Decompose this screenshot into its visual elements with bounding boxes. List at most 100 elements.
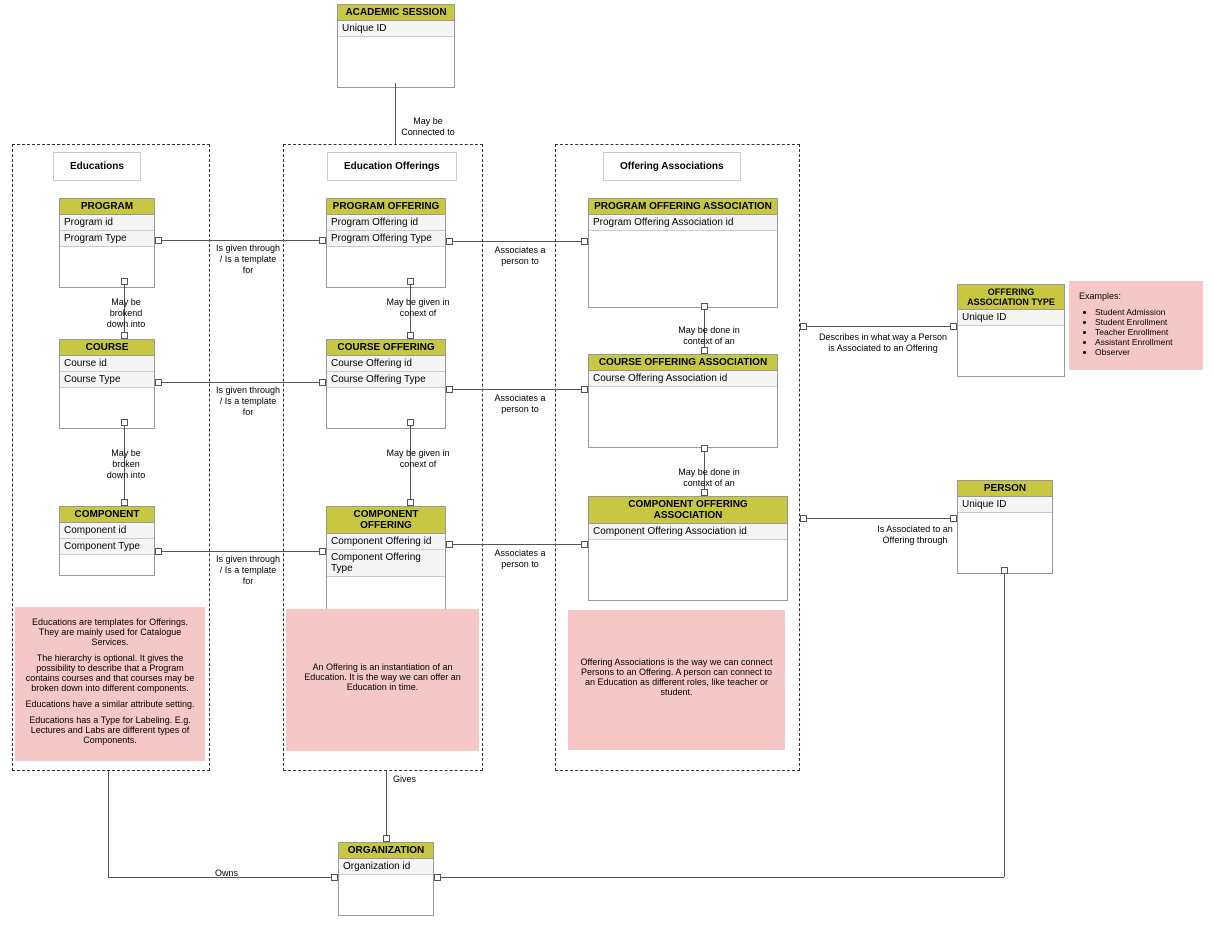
entity-header: COURSE OFFERING xyxy=(327,340,445,356)
group-educations-label: Educations xyxy=(53,152,141,181)
connector-endpoint xyxy=(319,548,326,555)
connector-label: Is given through/ Is a templatefor xyxy=(213,554,283,586)
note-offerings: An Offering is an instantiation of an Ed… xyxy=(286,609,479,751)
connector-endpoint xyxy=(446,238,453,245)
connector-endpoint xyxy=(581,541,588,548)
entity-course: COURSE Course id Course Type xyxy=(59,339,155,429)
entity-header: PROGRAM OFFERING xyxy=(327,199,445,215)
entity-header: OFFERING ASSOCIATION TYPE xyxy=(958,285,1064,310)
connector-label: Is given through/ Is a templatefor xyxy=(213,243,283,275)
connector-label: May be given inconext of xyxy=(379,297,457,319)
entity-attr: Program Type xyxy=(60,231,154,247)
entity-offering-assoc-type: OFFERING ASSOCIATION TYPE Unique ID xyxy=(957,284,1065,377)
entity-header: PROGRAM xyxy=(60,199,154,215)
entity-component: COMPONENT Component id Component Type xyxy=(59,506,155,576)
connector-endpoint xyxy=(701,303,708,310)
entity-header: ORGANIZATION xyxy=(339,843,433,859)
group-associations-label: Offering Associations xyxy=(603,152,741,181)
connector-endpoint xyxy=(407,278,414,285)
entity-attr: Course Offering Association id xyxy=(589,371,777,387)
connector-endpoint xyxy=(950,515,957,522)
entity-attr: Component Offering Association id xyxy=(589,524,787,540)
connector-endpoint xyxy=(446,386,453,393)
entity-attr: Program id xyxy=(60,215,154,231)
connector-label: Owns xyxy=(215,868,238,879)
entity-attr: Program Offering id xyxy=(327,215,445,231)
connector-label: Associates aperson to xyxy=(491,548,549,570)
entity-person: PERSON Unique ID xyxy=(957,480,1053,574)
connector-endpoint xyxy=(121,278,128,285)
entity-program: PROGRAM Program id Program Type xyxy=(59,198,155,288)
connector-label: May beConnected to xyxy=(398,116,458,138)
connector-endpoint xyxy=(121,419,128,426)
entity-course-offering: COURSE OFFERING Course Offering id Cours… xyxy=(326,339,446,429)
connector-endpoint xyxy=(581,386,588,393)
connector-label: May bebrokenddown into xyxy=(103,297,149,329)
entity-component-offering-assoc: COMPONENT OFFERING ASSOCIATION Component… xyxy=(588,496,788,601)
connector-endpoint xyxy=(407,332,414,339)
entity-header: COURSE OFFERING ASSOCIATION xyxy=(589,355,777,371)
entity-component-offering: COMPONENT OFFERING Component Offering id… xyxy=(326,506,446,618)
connector-line xyxy=(800,326,957,327)
entity-program-offering: PROGRAM OFFERING Program Offering id Pro… xyxy=(326,198,446,288)
connector-endpoint xyxy=(383,835,390,842)
connector-label: May be done incontext of an xyxy=(673,325,745,347)
group-offerings-label: Education Offerings xyxy=(327,152,457,181)
connector-endpoint xyxy=(701,347,708,354)
entity-attr: Component Type xyxy=(60,539,154,555)
note-associations: Offering Associations is the way we can … xyxy=(568,610,785,750)
connector-endpoint xyxy=(701,489,708,496)
entity-attr: Course Offering id xyxy=(327,356,445,372)
note-educations: Educations are templates for Offerings. … xyxy=(15,607,205,761)
connector-label: May be given inconext of xyxy=(379,448,457,470)
entity-attr: Organization id xyxy=(339,859,433,875)
entity-header: ACADEMIC SESSION xyxy=(338,5,454,21)
entity-header: COMPONENT xyxy=(60,507,154,523)
entity-attr: Course Type xyxy=(60,372,154,388)
connector-label: May be done incontext of an xyxy=(673,467,745,489)
entity-attr: Unique ID xyxy=(338,21,454,37)
entity-header: PERSON xyxy=(958,481,1052,497)
entity-organization: ORGANIZATION Organization id xyxy=(338,842,434,916)
connector-endpoint xyxy=(1001,567,1008,574)
entity-program-offering-assoc: PROGRAM OFFERING ASSOCIATION Program Off… xyxy=(588,198,778,308)
connector-endpoint xyxy=(319,237,326,244)
entity-academic-session: ACADEMIC SESSION Unique ID xyxy=(337,4,455,88)
connector-label: Is given through/ Is a templatefor xyxy=(213,385,283,417)
note-examples: Examples: Student Admission Student Enro… xyxy=(1069,281,1203,370)
entity-attr: Component id xyxy=(60,523,154,539)
entity-header: COMPONENT OFFERING ASSOCIATION xyxy=(589,497,787,524)
connector-label: Gives xyxy=(393,774,416,785)
connector-label: Associates aperson to xyxy=(491,393,549,415)
connector-line xyxy=(434,877,1004,878)
connector-endpoint xyxy=(800,323,807,330)
connector-line xyxy=(155,240,326,241)
connector-endpoint xyxy=(434,874,441,881)
connector-endpoint xyxy=(319,379,326,386)
entity-attr: Unique ID xyxy=(958,497,1052,513)
entity-header: COURSE xyxy=(60,340,154,356)
entity-attr: Component Offering Type xyxy=(327,550,445,577)
connector-endpoint xyxy=(155,237,162,244)
connector-endpoint xyxy=(331,874,338,881)
connector-endpoint xyxy=(701,445,708,452)
entity-attr: Course id xyxy=(60,356,154,372)
entity-header: COMPONENT OFFERING xyxy=(327,507,445,534)
entity-course-offering-assoc: COURSE OFFERING ASSOCIATION Course Offer… xyxy=(588,354,778,448)
connector-line xyxy=(446,544,588,545)
connector-endpoint xyxy=(800,515,807,522)
connector-endpoint xyxy=(581,238,588,245)
connector-line xyxy=(155,551,326,552)
connector-endpoint xyxy=(446,541,453,548)
entity-attr: Program Offering Type xyxy=(327,231,445,247)
connector-label: May bebrokendown into xyxy=(103,448,149,480)
connector-endpoint xyxy=(950,323,957,330)
connector-endpoint xyxy=(407,499,414,506)
entity-attr: Unique ID xyxy=(958,310,1064,326)
connector-endpoint xyxy=(155,379,162,386)
connector-endpoint xyxy=(407,419,414,426)
connector-line xyxy=(108,771,109,877)
entity-attr: Program Offering Association id xyxy=(589,215,777,231)
entity-header: PROGRAM OFFERING ASSOCIATION xyxy=(589,199,777,215)
connector-endpoint xyxy=(121,499,128,506)
